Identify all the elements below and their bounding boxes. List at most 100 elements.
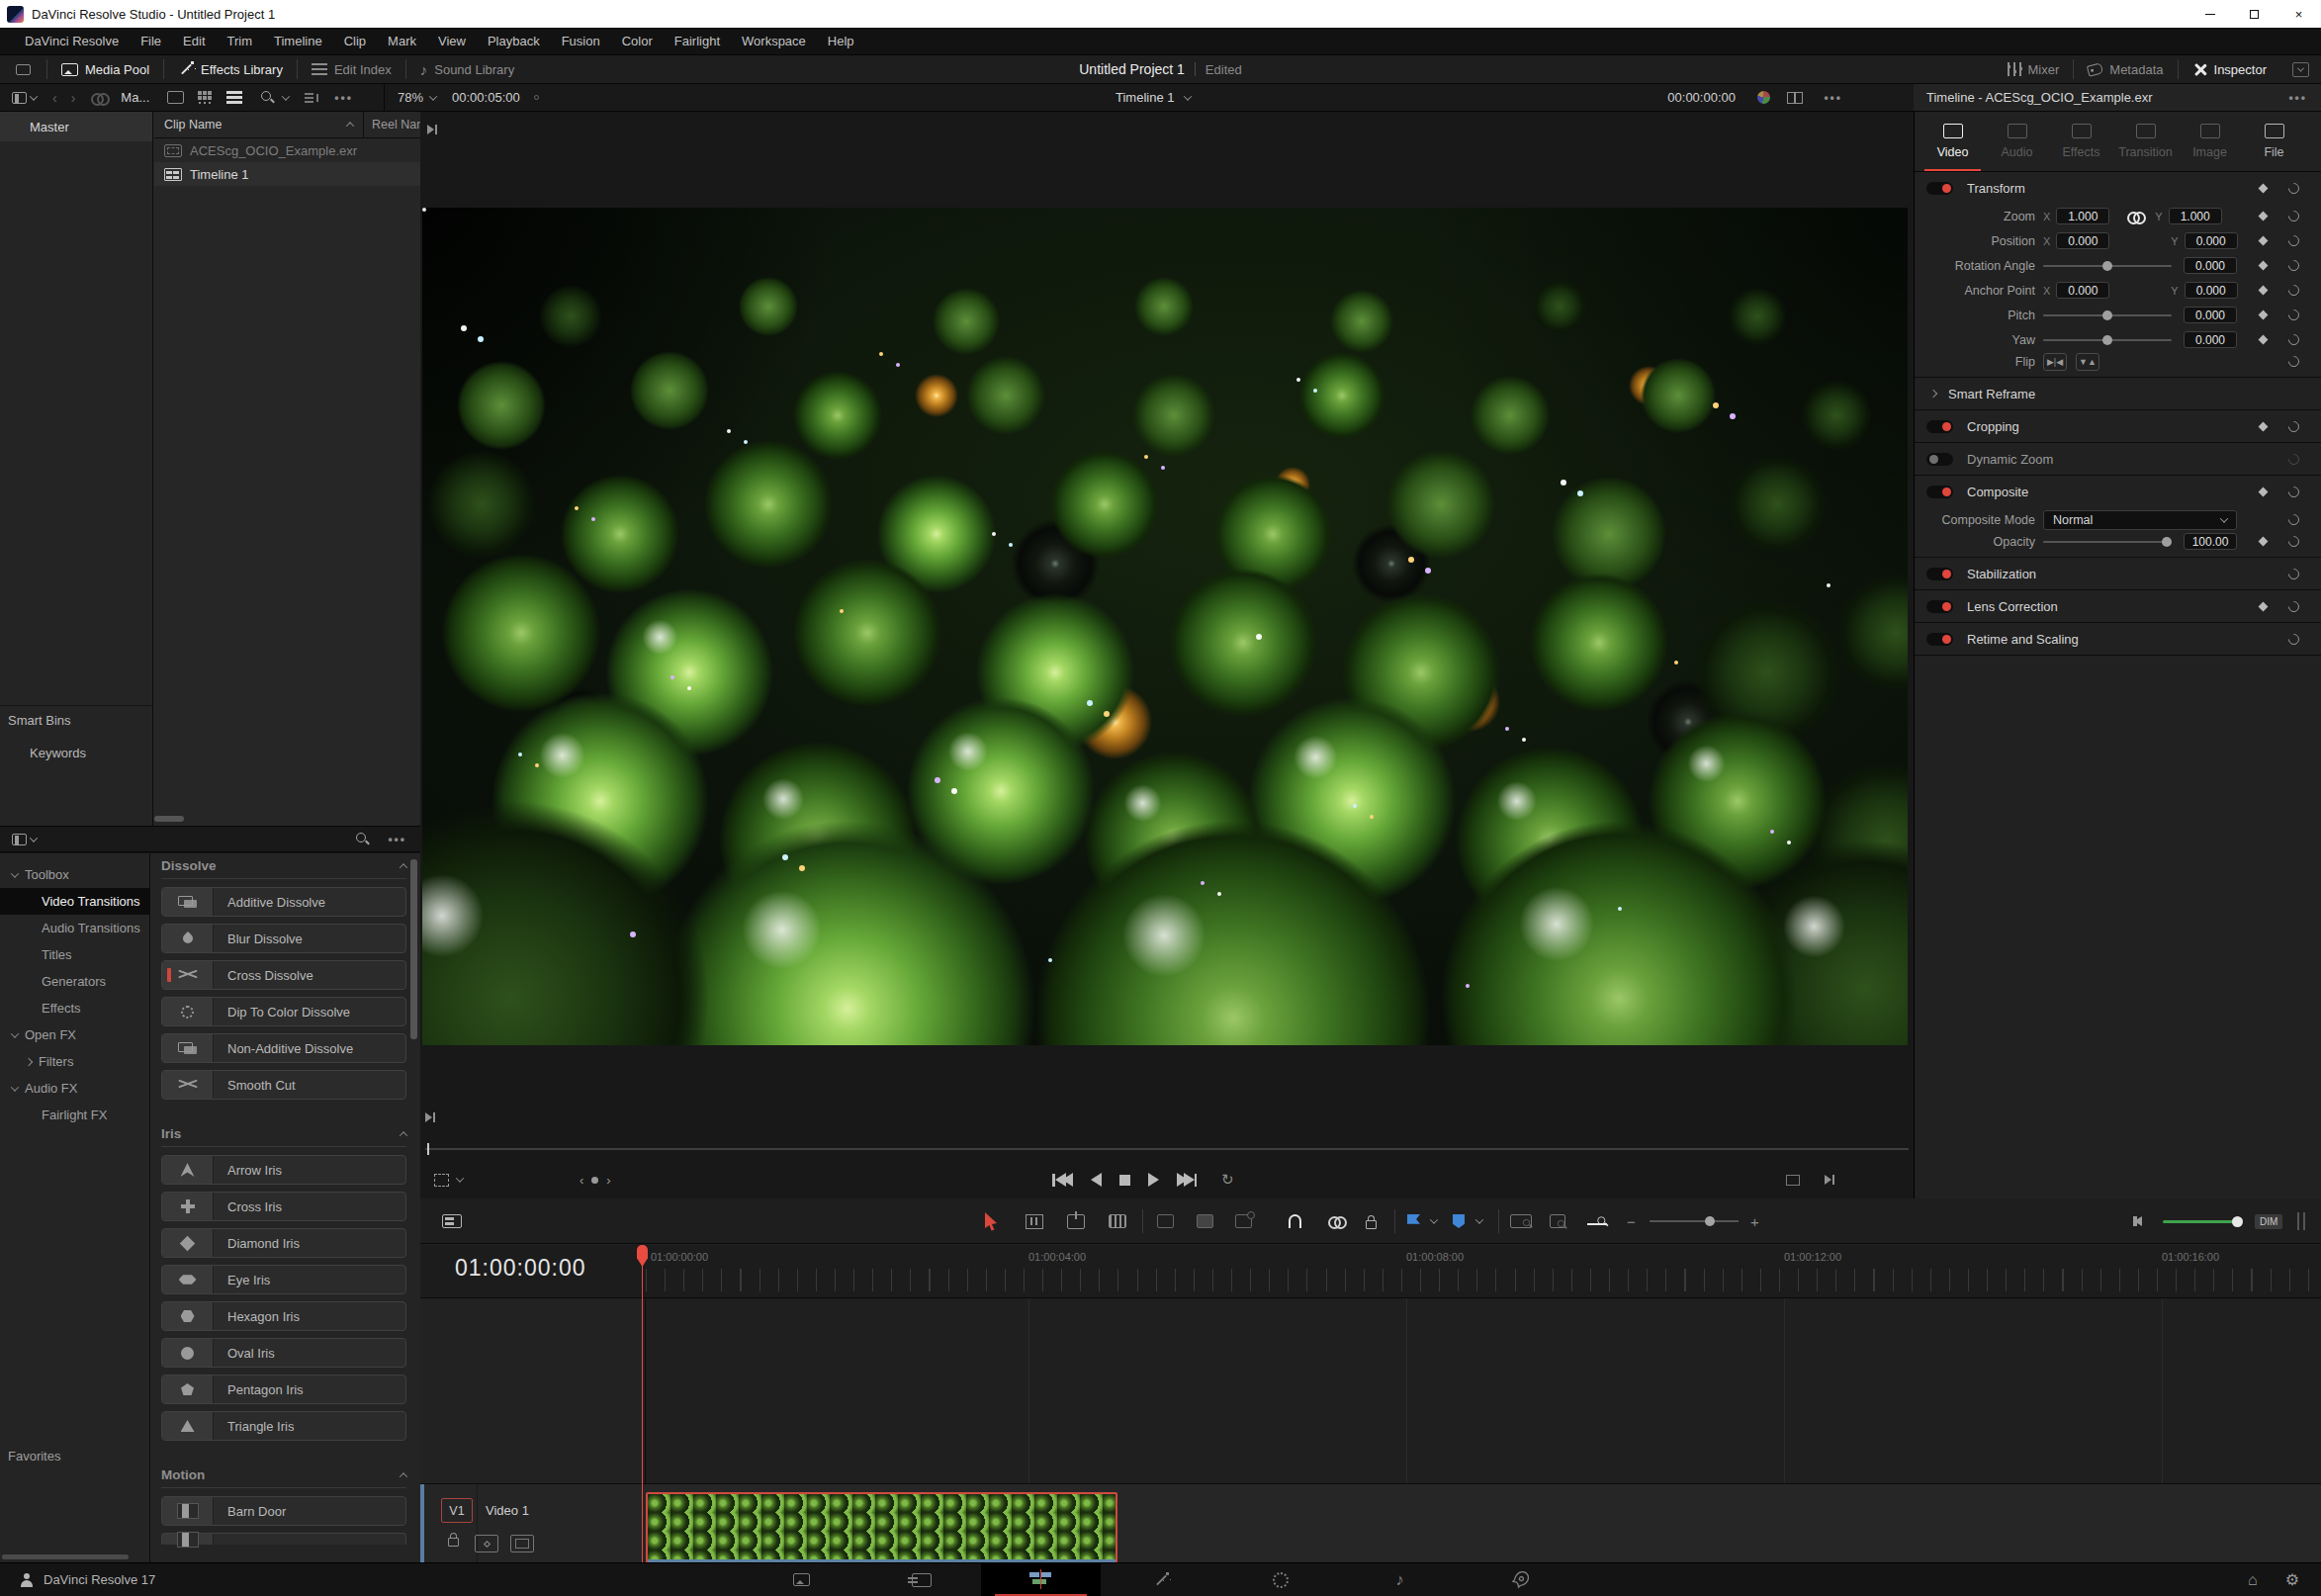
flip-vertical-button[interactable]: ▼▲: [2076, 353, 2099, 371]
replace-clip-icon[interactable]: [1235, 1198, 1252, 1244]
fx-item-arrow-iris[interactable]: Arrow Iris: [161, 1155, 406, 1185]
audio-monitor-speaker-icon[interactable]: [2134, 1198, 2137, 1244]
inspector-more-icon[interactable]: •••: [2288, 91, 2307, 105]
section-composite[interactable]: Composite: [1915, 476, 2321, 507]
menu-fairlight[interactable]: Fairlight: [664, 34, 731, 48]
fx-sidebar-toolbox[interactable]: Toolbox: [0, 861, 149, 888]
insert-clip-icon[interactable]: [1157, 1198, 1174, 1244]
inspector-tab-file[interactable]: File: [2242, 112, 2306, 171]
toolbar-handle-icon[interactable]: [2297, 1198, 2305, 1244]
playhead[interactable]: [642, 1245, 643, 1562]
metadata-button[interactable]: Metadata: [2074, 55, 2177, 83]
fx-item-eye-iris[interactable]: Eye Iris: [161, 1265, 406, 1294]
stabilization-toggle[interactable]: [1926, 568, 1953, 580]
zoom-out-icon[interactable]: −: [1627, 1198, 1636, 1244]
inspector-button[interactable]: Inspector: [2179, 55, 2280, 83]
clip-nav-icons[interactable]: ‹›: [580, 1173, 611, 1188]
go-to-start-button[interactable]: [1052, 1173, 1073, 1187]
v1-track-name[interactable]: Video 1: [486, 1503, 529, 1518]
composite-mode-select[interactable]: Normal: [2043, 510, 2237, 530]
position-x-field[interactable]: 0.000: [2056, 232, 2109, 249]
fx-item-hexagon-iris[interactable]: Hexagon Iris: [161, 1301, 406, 1331]
page-fairlight[interactable]: ♪: [1340, 1563, 1460, 1596]
inspector-tab-transition[interactable]: Transition: [2113, 112, 2178, 171]
fx-item-cross-iris[interactable]: Cross Iris: [161, 1192, 406, 1221]
list-view-icon[interactable]: [226, 91, 242, 104]
fx-section-header-dissolve[interactable]: Dissolve: [161, 853, 406, 879]
page-edit[interactable]: [981, 1563, 1101, 1596]
fx-search-icon[interactable]: [355, 832, 370, 846]
rotation-slider[interactable]: [2043, 265, 2172, 267]
column-clip-name[interactable]: Clip Name: [154, 118, 222, 132]
bin-title[interactable]: Ma...: [121, 90, 149, 105]
sort-icon[interactable]: [305, 92, 318, 104]
keyframe-icon[interactable]: [2259, 487, 2269, 496]
timeline-view-options-icon[interactable]: [442, 1198, 462, 1244]
fx-item-pentagon-iris[interactable]: Pentagon Iris: [161, 1374, 406, 1404]
reset-icon[interactable]: [2286, 283, 2302, 299]
smart-bins-label[interactable]: Smart Bins: [8, 713, 71, 728]
reset-icon[interactable]: [2286, 534, 2302, 550]
loop-button[interactable]: ↻: [1221, 1171, 1234, 1189]
dynamic-trim-icon[interactable]: [1067, 1198, 1085, 1244]
menu-davinci-resolve[interactable]: DaVinci Resolve: [14, 34, 130, 48]
timeline-zoom-slider[interactable]: [1650, 1198, 1739, 1244]
fx-item-dip-to-color-dissolve[interactable]: Dip To Color Dissolve: [161, 997, 406, 1026]
reset-icon[interactable]: [2286, 598, 2302, 614]
cropping-toggle[interactable]: [1926, 420, 1953, 433]
reset-icon[interactable]: [2286, 418, 2302, 434]
fx-section-header-iris[interactable]: Iris: [161, 1121, 406, 1147]
menu-fusion[interactable]: Fusion: [551, 34, 611, 48]
thumbnail-view-icon[interactable]: [198, 91, 213, 104]
mediapool-more-icon[interactable]: •••: [334, 91, 353, 105]
pitch-slider[interactable]: [2043, 314, 2172, 316]
menu-file[interactable]: File: [130, 34, 172, 48]
opacity-slider[interactable]: [2043, 541, 2172, 543]
keyframe-icon[interactable]: [2259, 310, 2269, 320]
step-back-button[interactable]: [1091, 1173, 1102, 1187]
v1-track-badge[interactable]: V1: [441, 1498, 473, 1523]
transform-toggle[interactable]: [1926, 182, 1953, 195]
sound-library-button[interactable]: ♪Sound Library: [406, 55, 528, 83]
timeline-ruler[interactable]: 01:00:00:00 01:00:00:0001:00:04:0001:00:…: [420, 1245, 2321, 1298]
forward-icon[interactable]: ›: [71, 90, 76, 106]
page-fusion[interactable]: [1101, 1563, 1220, 1596]
section-stabilization[interactable]: Stabilization: [1915, 558, 2321, 589]
razor-tool-icon[interactable]: [1109, 1198, 1126, 1244]
mediapool-panel-toggle-icon[interactable]: [12, 92, 37, 104]
keyframe-icon[interactable]: [2259, 261, 2269, 271]
rotation-field[interactable]: 0.000: [2184, 257, 2237, 274]
opacity-field[interactable]: 100.00: [2184, 533, 2237, 550]
mixer-button[interactable]: Mixer: [1994, 55, 2074, 83]
zoom-detail-icon[interactable]: [1550, 1198, 1565, 1244]
yaw-slider[interactable]: [2043, 339, 2172, 341]
reset-icon[interactable]: [2286, 209, 2302, 224]
fx-sidebar-fairlight-fx[interactable]: Fairlight FX: [0, 1102, 149, 1128]
close-button[interactable]: ×: [2276, 0, 2321, 28]
fx-sidebar-open-fx[interactable]: Open FX: [0, 1021, 149, 1048]
inspector-tab-image[interactable]: Image: [2178, 112, 2242, 171]
fx-more-icon[interactable]: •••: [388, 833, 406, 846]
page-cut[interactable]: [861, 1563, 981, 1596]
reset-icon[interactable]: [2286, 308, 2302, 323]
fx-item-partial[interactable]: [161, 1533, 406, 1545]
reset-icon[interactable]: [2286, 451, 2302, 467]
reset-icon[interactable]: [2286, 354, 2302, 370]
media-pool-button[interactable]: Media Pool: [47, 55, 163, 83]
keyframe-icon[interactable]: [2259, 183, 2269, 193]
back-icon[interactable]: ‹: [52, 90, 57, 106]
resize-viewer-icon[interactable]: [1786, 1175, 1800, 1186]
fx-item-diamond-iris[interactable]: Diamond Iris: [161, 1228, 406, 1258]
overwrite-clip-icon[interactable]: [1197, 1198, 1213, 1244]
fx-item-blur-dissolve[interactable]: Blur Dissolve: [161, 924, 406, 953]
v1-lock-icon[interactable]: [448, 1532, 459, 1550]
workspace-pin-icon[interactable]: [0, 55, 46, 83]
flag-icon[interactable]: [1407, 1198, 1420, 1244]
position-y-field[interactable]: 0.000: [2185, 232, 2238, 249]
dual-viewer-icon[interactable]: [1787, 92, 1803, 104]
stop-button[interactable]: [1119, 1175, 1130, 1186]
linked-selection-icon[interactable]: [1328, 1198, 1342, 1244]
inspector-tab-audio[interactable]: Audio: [1985, 112, 2049, 171]
section-lens-correction[interactable]: Lens Correction: [1915, 590, 2321, 622]
zoom-x-field[interactable]: 1.000: [2056, 208, 2109, 224]
